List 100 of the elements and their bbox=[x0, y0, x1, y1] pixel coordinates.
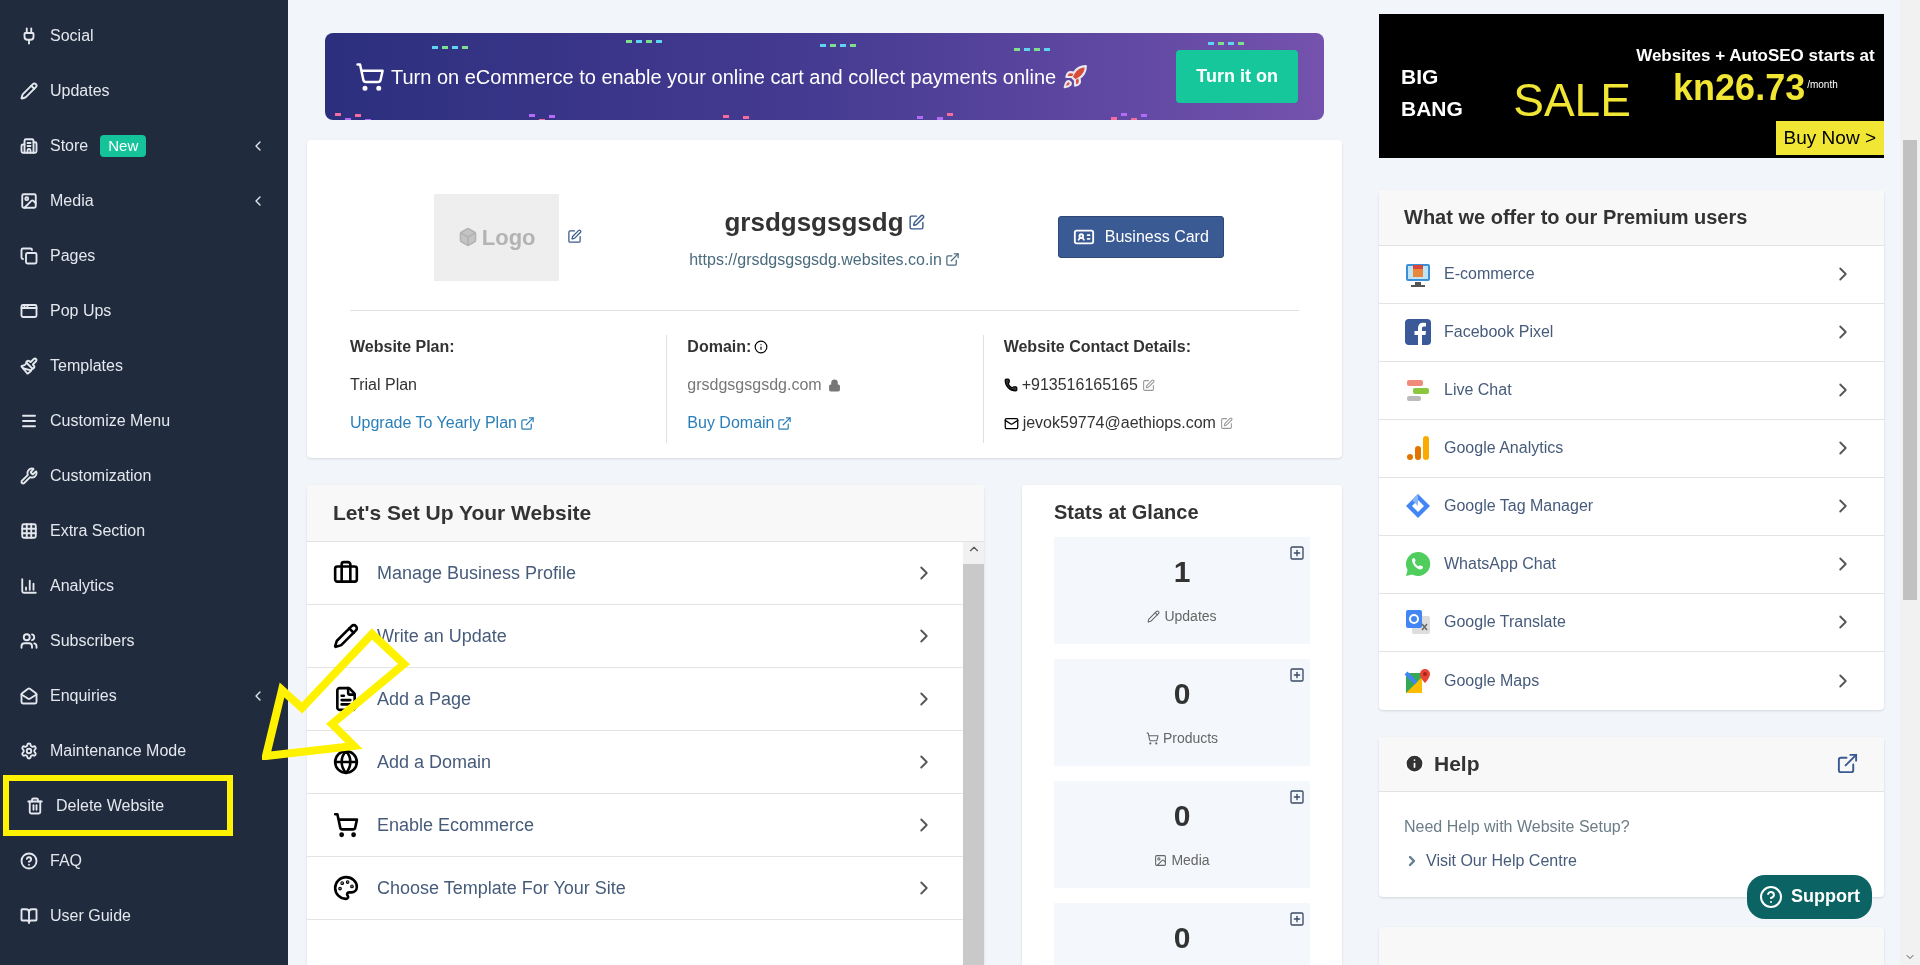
setup-item[interactable]: Add a Domain bbox=[307, 731, 963, 794]
info-icon bbox=[754, 340, 769, 355]
sidebar-item[interactable]: Subscribers bbox=[0, 613, 288, 668]
trash-icon bbox=[26, 796, 44, 815]
detail-link[interactable]: Upgrade To Yearly Plan bbox=[350, 411, 535, 436]
settings-icon bbox=[20, 741, 38, 760]
ad-sale: SALE bbox=[1513, 76, 1631, 125]
add-icon[interactable] bbox=[1289, 789, 1305, 805]
sidebar-item[interactable]: Media bbox=[0, 173, 288, 228]
sidebar-label: Extra Section bbox=[50, 520, 146, 541]
premium-label: Google Maps bbox=[1444, 670, 1540, 691]
book-icon bbox=[20, 906, 38, 925]
sidebar-item[interactable]: Pages bbox=[0, 228, 288, 283]
phone-number: +913516165165 bbox=[1021, 375, 1138, 396]
sidebar-item[interactable]: Store New bbox=[0, 118, 288, 173]
sidebar-label: Delete Website bbox=[56, 795, 165, 816]
analytics-bars-icon bbox=[1404, 434, 1432, 463]
premium-item[interactable]: Google Tag Manager bbox=[1379, 477, 1884, 536]
scrollbar[interactable] bbox=[963, 542, 984, 965]
cart-icon bbox=[333, 812, 359, 838]
sidebar-item[interactable]: FAQ bbox=[0, 833, 288, 888]
setup-label: Manage Business Profile bbox=[377, 561, 577, 585]
premium-item[interactable]: Live Chat bbox=[1379, 361, 1884, 420]
support-button[interactable]: Support bbox=[1747, 874, 1872, 919]
premium-item[interactable]: E-commerce bbox=[1379, 245, 1884, 304]
ad-period: /month bbox=[1807, 78, 1838, 92]
setup-item[interactable]: Enable Ecommerce bbox=[307, 794, 963, 857]
sidebar-item[interactable]: Templates bbox=[0, 338, 288, 393]
mail-icon bbox=[1003, 415, 1019, 431]
external-link-icon[interactable] bbox=[1836, 752, 1859, 776]
detail-link[interactable]: Buy Domain bbox=[687, 411, 793, 436]
business-card-button[interactable]: Business Card bbox=[1057, 216, 1224, 259]
setup-item[interactable]: Add a Page bbox=[307, 668, 963, 731]
help-text: Need Help with Website Setup? bbox=[1403, 816, 1631, 837]
setup-item[interactable]: Choose Template For Your Site bbox=[307, 857, 963, 920]
pencil-icon bbox=[333, 623, 359, 649]
help-icon bbox=[1759, 884, 1783, 909]
premium-item[interactable]: Google Analytics bbox=[1379, 419, 1884, 478]
sidebar-item[interactable]: Pop Ups bbox=[0, 283, 288, 338]
edit-icon[interactable] bbox=[1219, 416, 1233, 430]
sidebar-label: Updates bbox=[50, 80, 110, 101]
sidebar-item[interactable]: Customize Menu bbox=[0, 393, 288, 448]
ad-headline: Websites + AutoSEO starts at bbox=[1636, 45, 1875, 67]
sidebar-item[interactable]: Social bbox=[0, 8, 288, 63]
image-icon bbox=[20, 191, 38, 210]
sidebar-item[interactable]: Extra Section bbox=[0, 503, 288, 558]
detail-label: Website Plan: bbox=[350, 337, 455, 358]
sidebar-item[interactable]: Delete Website bbox=[6, 778, 230, 833]
sidebar-label: User Guide bbox=[50, 905, 131, 926]
sidebar-label: Customization bbox=[50, 465, 152, 486]
phone-icon bbox=[1003, 378, 1018, 393]
lock-icon bbox=[827, 378, 841, 392]
image-icon bbox=[1154, 854, 1168, 867]
email-address: jevok59774@aethiops.com bbox=[1022, 413, 1216, 434]
detail-label: Domain: bbox=[687, 337, 752, 358]
external-link-icon bbox=[777, 415, 793, 431]
diamond-tag-icon bbox=[1404, 492, 1432, 521]
premium-label: Facebook Pixel bbox=[1444, 322, 1554, 343]
setup-item[interactable]: Manage Business Profile bbox=[307, 542, 963, 605]
stat-value: 0 bbox=[1173, 798, 1191, 834]
premium-item[interactable]: WhatsApp Chat bbox=[1379, 535, 1884, 594]
briefcase-icon bbox=[333, 560, 359, 586]
premium-item[interactable]: Facebook Pixel bbox=[1379, 303, 1884, 362]
premium-label: E-commerce bbox=[1444, 264, 1535, 285]
edit-icon[interactable] bbox=[567, 228, 583, 244]
sidebar-label: Subscribers bbox=[50, 630, 135, 651]
sidebar-label: Store bbox=[50, 135, 89, 156]
setup-label: Add a Page bbox=[377, 687, 472, 711]
site-url-link[interactable]: https://grsdgsgsgsdg.websites.co.in bbox=[689, 247, 960, 272]
add-icon[interactable] bbox=[1289, 667, 1305, 683]
sidebar-label: Enquiries bbox=[50, 685, 117, 706]
new-badge: New bbox=[100, 134, 147, 157]
premium-item[interactable]: Google Translate bbox=[1379, 593, 1884, 652]
edit-icon[interactable] bbox=[907, 213, 925, 231]
cart-icon bbox=[1145, 732, 1159, 745]
page-scrollbar[interactable] bbox=[1900, 0, 1920, 965]
add-icon[interactable] bbox=[1289, 545, 1305, 561]
sidebar-item[interactable]: Analytics bbox=[0, 558, 288, 613]
phone-bubble-icon bbox=[1404, 550, 1432, 579]
sidebar-item[interactable]: User Guide bbox=[0, 888, 288, 943]
logo-text: Logo bbox=[481, 223, 536, 252]
premium-label: Google Translate bbox=[1444, 612, 1566, 633]
sidebar-item[interactable]: Updates bbox=[0, 63, 288, 118]
sidebar-item[interactable]: Maintenance Mode bbox=[0, 723, 288, 778]
banner-text: Turn on eCommerce to enable your online cart and collect payments online bbox=[391, 64, 1057, 90]
setup-label: Choose Template For Your Site bbox=[377, 876, 626, 900]
sidebar-item[interactable]: Customization bbox=[0, 448, 288, 503]
sidebar-item[interactable]: Enquiries bbox=[0, 668, 288, 723]
ad-brand: BIG BANG bbox=[1401, 64, 1464, 122]
premium-label: Google Analytics bbox=[1444, 438, 1564, 459]
sidebar-label: Social bbox=[50, 25, 94, 46]
sidebar-label: Pages bbox=[50, 245, 96, 266]
premium-label: Live Chat bbox=[1444, 380, 1512, 401]
paintbrush-icon bbox=[20, 356, 38, 375]
buy-now-button[interactable]: Buy Now > bbox=[1775, 120, 1884, 155]
help-centre-link[interactable]: Visit Our Help Centre bbox=[1404, 848, 1577, 873]
edit-icon[interactable] bbox=[1141, 378, 1155, 392]
premium-item[interactable]: Google Maps bbox=[1379, 651, 1884, 710]
add-icon[interactable] bbox=[1289, 911, 1305, 927]
cube-icon bbox=[457, 227, 478, 248]
